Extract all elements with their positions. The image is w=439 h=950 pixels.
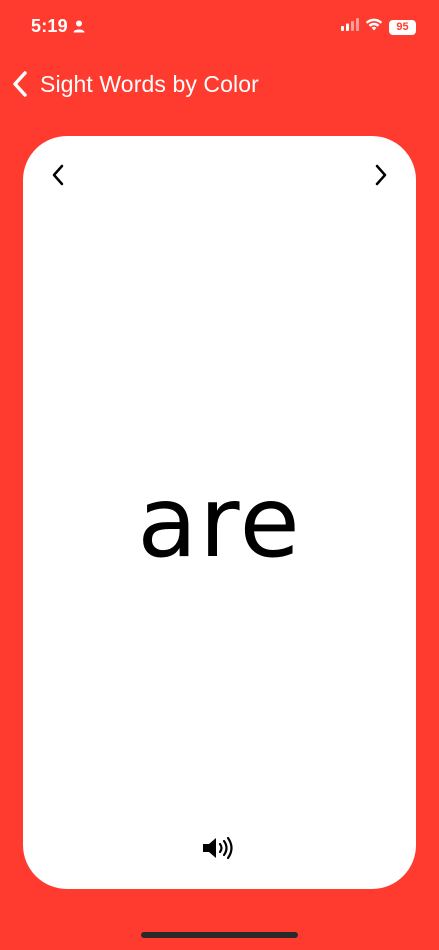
back-button[interactable]: Sight Words by Color (0, 60, 259, 108)
previous-word-button[interactable] (43, 162, 73, 192)
navigation-bar: Sight Words by Color (0, 60, 439, 108)
status-time: 5:19 (31, 16, 68, 36)
speaker-icon (201, 835, 237, 866)
chevron-left-icon (12, 70, 28, 98)
speak-word-button[interactable] (199, 835, 239, 865)
cellular-signal-icon (341, 18, 359, 36)
flashcard: are (23, 136, 416, 889)
battery-icon: 95 (389, 19, 416, 35)
home-indicator (141, 932, 298, 938)
chevron-right-icon (374, 163, 388, 192)
wifi-icon (365, 18, 383, 36)
status-bar: 5:19 95 (0, 0, 439, 54)
sight-word: are (137, 466, 302, 580)
page-title: Sight Words by Color (40, 70, 259, 97)
status-icons: 95 (341, 18, 416, 36)
chevron-left-icon (51, 163, 65, 192)
person-icon (73, 20, 85, 33)
status-time-group: 5:19 (31, 16, 85, 37)
next-word-button[interactable] (366, 162, 396, 192)
